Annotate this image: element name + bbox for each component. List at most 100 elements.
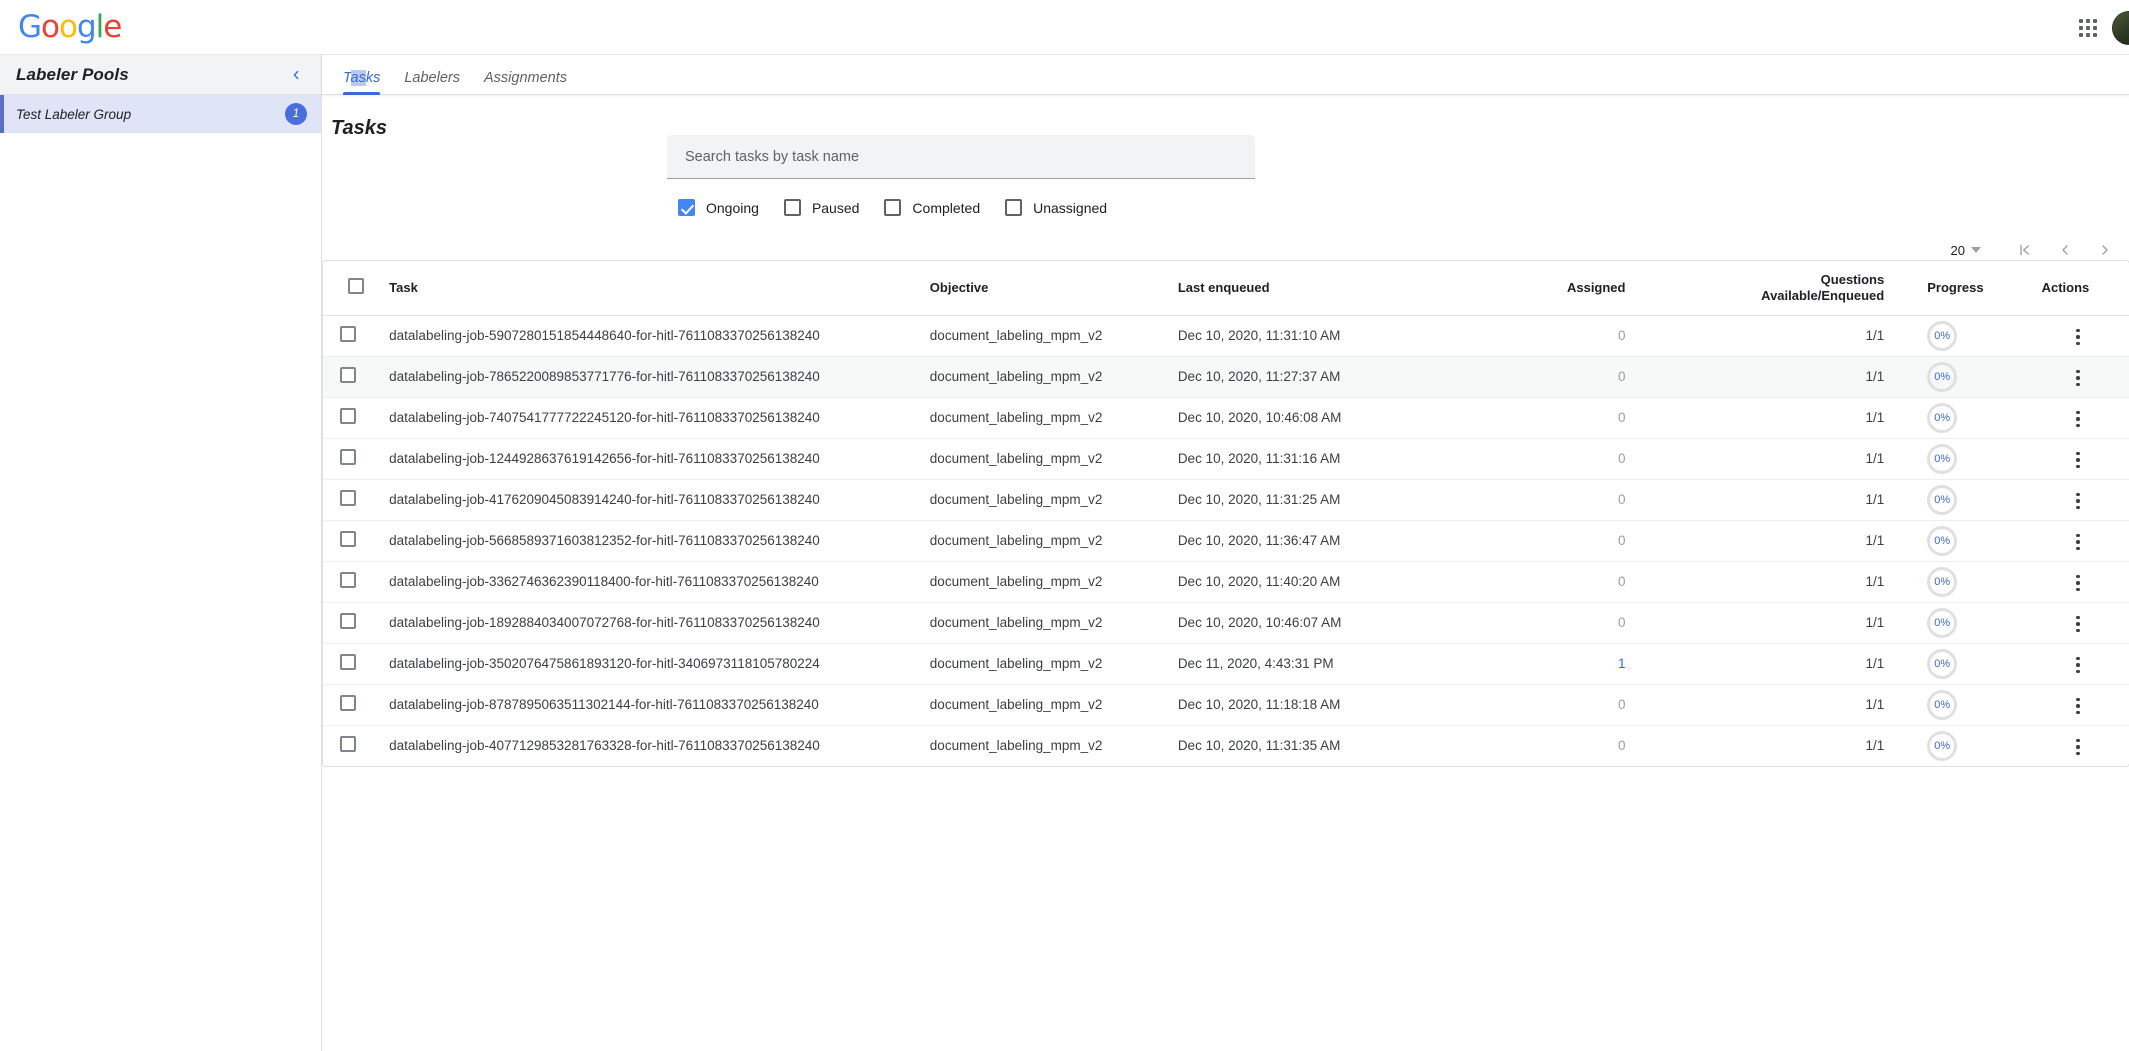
cell-objective: document_labeling_mpm_v2 [930,602,1178,643]
search-field[interactable] [667,135,1255,179]
cell-progress: 0% [1912,397,2026,438]
cell-actions [2027,315,2129,356]
checkbox-row[interactable] [340,654,356,670]
checkbox-row[interactable] [340,449,356,465]
more-options-icon[interactable] [2070,569,2086,598]
tab-bar: Tasks Labelers Assignments [322,55,2129,95]
cell-progress: 0% [1912,602,2026,643]
filter-completed[interactable]: Completed [884,199,980,216]
avatar[interactable] [2112,11,2129,45]
cell-assigned[interactable]: 1 [1438,643,1684,684]
table-row[interactable]: datalabeling-job-4176209045083914240-for… [323,479,2129,520]
cell-task: datalabeling-job-1244928637619142656-for… [371,438,930,479]
row-select-cell [323,643,371,684]
tab-assignments[interactable]: Assignments [472,71,579,95]
cell-questions: 1/1 [1683,438,1912,479]
tab-tasks[interactable]: Tasks [331,71,392,95]
column-header-task[interactable]: Task [371,261,930,315]
more-options-icon[interactable] [2070,405,2086,434]
cell-questions: 1/1 [1683,602,1912,643]
page-size-value[interactable]: 20 [1951,243,1965,258]
progress-ring: 0% [1927,321,1957,351]
more-options-icon[interactable] [2070,323,2086,352]
table-row[interactable]: datalabeling-job-8787895063511302144-for… [323,684,2129,725]
more-options-icon[interactable] [2070,610,2086,639]
more-options-icon[interactable] [2070,692,2086,721]
row-select-cell [323,438,371,479]
progress-ring: 0% [1927,403,1957,433]
cell-task: datalabeling-job-1892884034007072768-for… [371,602,930,643]
cell-actions [2027,479,2129,520]
cell-last-enqueued: Dec 10, 2020, 10:46:07 AM [1178,602,1438,643]
cell-actions [2027,561,2129,602]
checkbox-row[interactable] [340,326,356,342]
table-row[interactable]: datalabeling-job-3502076475861893120-for… [323,643,2129,684]
column-header-questions-line1: Questions [1683,272,1884,288]
cell-actions [2027,397,2129,438]
row-select-cell [323,397,371,438]
checkbox-select-all[interactable] [348,278,364,294]
column-header-progress[interactable]: Progress [1912,261,2026,315]
table-row[interactable]: datalabeling-job-3362746362390118400-for… [323,561,2129,602]
cell-progress: 0% [1912,315,2026,356]
apps-grid-icon[interactable] [2068,8,2108,48]
cell-assigned: 0 [1438,397,1684,438]
checkbox-row[interactable] [340,572,356,588]
more-options-icon[interactable] [2070,487,2086,516]
tab-labelers[interactable]: Labelers [392,71,472,95]
cell-progress: 0% [1912,356,2026,397]
chevron-down-icon[interactable] [1971,247,1981,253]
filter-ongoing[interactable]: Ongoing [678,199,759,216]
cell-last-enqueued: Dec 10, 2020, 11:27:37 AM [1178,356,1438,397]
more-options-icon[interactable] [2070,446,2086,475]
column-header-assigned[interactable]: Assigned [1438,261,1684,315]
checkbox-ongoing[interactable] [678,199,695,216]
chevron-left-icon[interactable] [285,64,307,86]
checkbox-row[interactable] [340,408,356,424]
filter-unassigned[interactable]: Unassigned [1005,199,1107,216]
checkbox-row[interactable] [340,613,356,629]
table-row[interactable]: datalabeling-job-7407541777722245120-for… [323,397,2129,438]
more-options-icon[interactable] [2070,651,2086,680]
cell-assigned: 0 [1438,315,1684,356]
more-options-icon[interactable] [2070,733,2086,762]
row-select-cell [323,684,371,725]
table-row[interactable]: datalabeling-job-5907280151854448640-for… [323,315,2129,356]
table-row[interactable]: datalabeling-job-1244928637619142656-for… [323,438,2129,479]
cell-objective: document_labeling_mpm_v2 [930,438,1178,479]
row-select-cell [323,602,371,643]
checkbox-row[interactable] [340,695,356,711]
cell-task: datalabeling-job-5668589371603812352-for… [371,520,930,561]
table-row[interactable]: datalabeling-job-5668589371603812352-for… [323,520,2129,561]
filter-label-paused: Paused [812,200,859,216]
checkbox-completed[interactable] [884,199,901,216]
search-input[interactable] [683,148,1239,166]
more-options-icon[interactable] [2070,528,2086,557]
sidebar-title: Labeler Pools [16,65,129,85]
column-header-last-enqueued[interactable]: Last enqueued [1178,261,1438,315]
cell-last-enqueued: Dec 10, 2020, 10:46:08 AM [1178,397,1438,438]
cell-assigned: 0 [1438,602,1684,643]
search-section: Ongoing Paused Completed Unassigned [667,135,1255,216]
cell-last-enqueued: Dec 10, 2020, 11:31:35 AM [1178,725,1438,766]
checkbox-row[interactable] [340,736,356,752]
cell-objective: document_labeling_mpm_v2 [930,684,1178,725]
checkbox-row[interactable] [340,531,356,547]
table-row[interactable]: datalabeling-job-4077129853281763328-for… [323,725,2129,766]
more-options-icon[interactable] [2070,364,2086,393]
table-row[interactable]: datalabeling-job-1892884034007072768-for… [323,602,2129,643]
checkbox-paused[interactable] [784,199,801,216]
column-header-questions[interactable]: Questions Available/Enqueued [1683,261,1912,315]
checkbox-unassigned[interactable] [1005,199,1022,216]
tasks-table: Task Objective Last enqueued Assigned Qu… [323,261,2129,766]
cell-assigned: 0 [1438,438,1684,479]
cell-task: datalabeling-job-4077129853281763328-for… [371,725,930,766]
cell-questions: 1/1 [1683,479,1912,520]
column-header-objective[interactable]: Objective [930,261,1178,315]
table-row[interactable]: datalabeling-job-7865220089853771776-for… [323,356,2129,397]
checkbox-row[interactable] [340,490,356,506]
sidebar-item-test-labeler-group[interactable]: Test Labeler Group 1 [0,95,321,133]
cell-assigned: 0 [1438,356,1684,397]
filter-paused[interactable]: Paused [784,199,859,216]
checkbox-row[interactable] [340,367,356,383]
